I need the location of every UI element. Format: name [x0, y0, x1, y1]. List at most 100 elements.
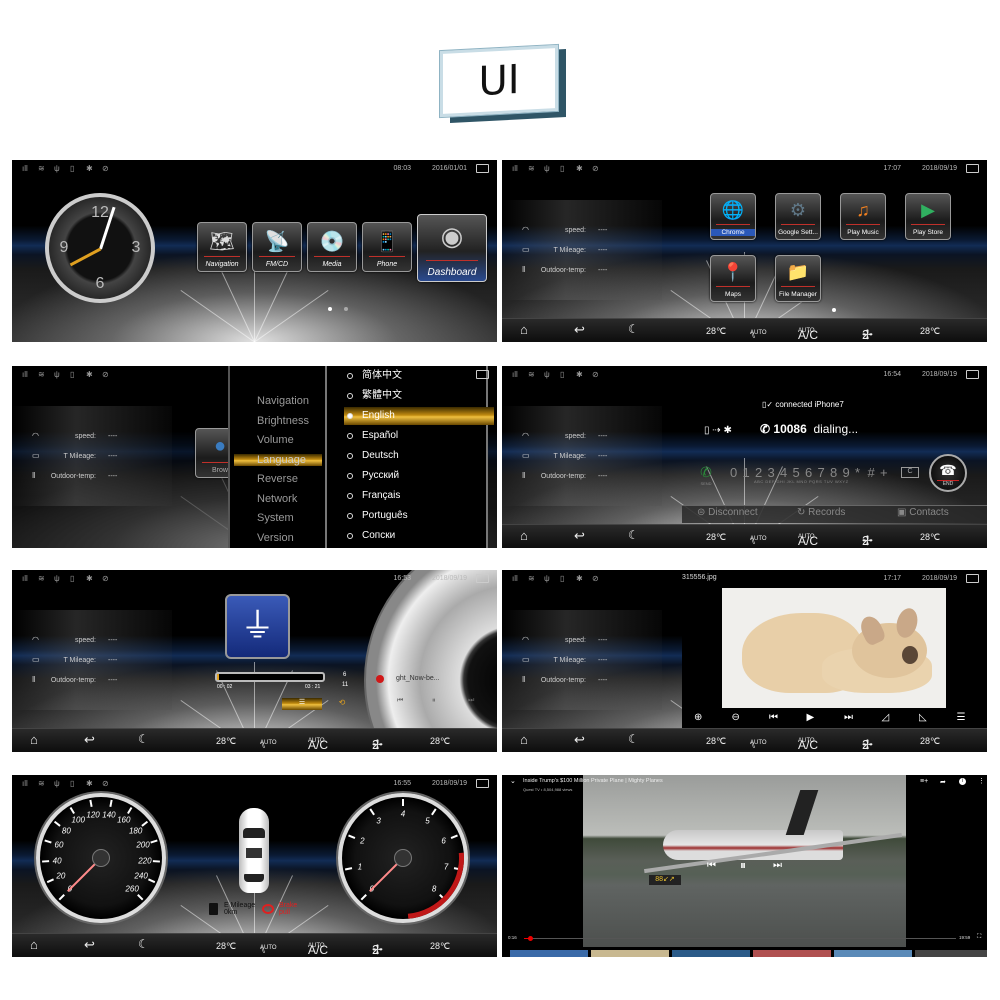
pause-button[interactable]: ⏸ — [740, 858, 746, 873]
dial-key[interactable]: 8 — [830, 465, 843, 480]
dial-key[interactable]: 5 — [793, 465, 806, 480]
settings-menu-system[interactable]: System — [257, 512, 294, 524]
recent-apps-button[interactable] — [966, 164, 979, 173]
app-tile-playmusic[interactable]: ♫ Play Music — [840, 193, 886, 240]
back-icon[interactable]: ↩ — [574, 528, 585, 544]
recent-apps-button[interactable] — [966, 370, 979, 379]
home-icon[interactable]: ⌂ — [520, 732, 528, 747]
language-option[interactable]: Русский — [344, 467, 494, 485]
dial-key[interactable]: 2 — [755, 465, 768, 480]
seek-handle[interactable] — [527, 936, 533, 941]
phone-tab-contacts[interactable]: ▣ Contacts — [897, 507, 949, 518]
app-tile-filemanager[interactable]: 📁 File Manager — [775, 255, 821, 302]
left-temperature[interactable]: 28℃ — [216, 736, 236, 747]
related-video-thumbnail[interactable] — [915, 950, 987, 957]
play-icon[interactable]: ▶ — [807, 712, 815, 723]
previous-icon[interactable]: ⏮ — [769, 712, 778, 723]
recent-apps-button[interactable] — [966, 574, 979, 583]
clear-button[interactable]: C — [901, 467, 919, 478]
right-temperature[interactable]: 28℃ — [920, 532, 940, 543]
language-option[interactable]: Deutsch — [344, 447, 494, 465]
page-indicator-active[interactable] — [328, 307, 332, 311]
left-temperature[interactable]: 28℃ — [706, 532, 726, 543]
settings-menu-brightness[interactable]: Brightness — [257, 415, 309, 427]
usb-source-tile[interactable]: ⏚ — [225, 594, 290, 659]
send-button[interactable]: ✆ SEND — [697, 464, 715, 486]
settings-menu-network[interactable]: Network — [257, 493, 297, 505]
rotate-left-icon[interactable]: ◿ — [882, 712, 890, 723]
settings-menu-language[interactable]: Language — [234, 453, 322, 466]
related-video-thumbnail[interactable] — [753, 950, 831, 957]
rotate-right-icon[interactable]: ◺ — [919, 712, 927, 723]
right-temperature[interactable]: 28℃ — [430, 736, 450, 747]
related-video-thumbnail[interactable] — [834, 950, 912, 957]
dial-key[interactable]: 9 — [843, 465, 856, 480]
dial-key[interactable]: 0 — [730, 465, 743, 480]
info-icon[interactable]: i — [959, 778, 966, 785]
recent-apps-button[interactable] — [476, 779, 489, 788]
app-tile-navigation[interactable]: 🗺 Navigation — [197, 222, 247, 272]
dial-key[interactable]: 7 — [818, 465, 831, 480]
seek-bar[interactable] — [524, 936, 956, 941]
language-option[interactable]: English — [344, 407, 494, 425]
settings-menu-volume[interactable]: Volume — [257, 434, 294, 446]
recent-apps-button[interactable] — [476, 574, 489, 583]
dial-key[interactable]: + — [880, 465, 893, 480]
next-icon[interactable]: ⏭ — [844, 712, 853, 723]
app-tile-media[interactable]: 💿 Media — [307, 222, 357, 272]
zoom-out-icon[interactable]: ⊖ — [732, 712, 740, 723]
recent-apps-button[interactable] — [476, 370, 489, 379]
back-icon[interactable]: ↩ — [84, 937, 95, 953]
home-icon[interactable]: ⌂ — [520, 528, 528, 543]
home-icon[interactable]: ⌂ — [30, 732, 38, 747]
end-call-button[interactable]: ☎ END — [929, 454, 967, 492]
skip-back-button[interactable]: ⏮ — [707, 860, 716, 871]
language-option[interactable]: Español — [344, 427, 494, 445]
language-option[interactable]: Сопски — [344, 527, 494, 545]
home-icon[interactable]: ⌂ — [30, 937, 38, 952]
night-mode-icon[interactable]: ☾ — [138, 732, 149, 746]
right-temperature[interactable]: 28℃ — [920, 326, 940, 337]
dial-key[interactable]: * — [855, 465, 868, 480]
previous-button[interactable]: ⏮ — [397, 697, 403, 705]
analog-clock[interactable]: 12 3 6 9 — [45, 193, 155, 303]
progress-bar[interactable] — [215, 672, 325, 682]
playlist-button[interactable]: ☰ — [282, 698, 322, 710]
night-mode-icon[interactable]: ☾ — [628, 322, 639, 336]
app-tile-maps[interactable]: 📍 Maps — [710, 255, 756, 302]
related-video-thumbnail[interactable] — [510, 950, 588, 957]
left-temperature[interactable]: 28℃ — [216, 941, 236, 952]
related-video-thumbnail[interactable] — [591, 950, 669, 957]
language-option[interactable]: Français — [344, 487, 494, 505]
night-mode-icon[interactable]: ☾ — [628, 732, 639, 746]
skip-forward-button[interactable]: ⏭ — [773, 860, 782, 871]
settings-menu-navigation[interactable]: Navigation — [257, 395, 309, 407]
night-mode-icon[interactable]: ☾ — [138, 937, 149, 951]
back-icon[interactable]: ↩ — [84, 732, 95, 748]
phone-tab-records[interactable]: ↻ Records — [797, 507, 845, 518]
video-frame[interactable]: 88↙↗ ⏮ ⏸ ⏭ — [583, 775, 906, 947]
settings-menu-reverse[interactable]: Reverse — [257, 473, 298, 485]
more-options-icon[interactable]: ⋮ — [978, 777, 985, 785]
app-tile-playstore[interactable]: ▶ Play Store — [905, 193, 951, 240]
dial-key[interactable]: 1 — [743, 465, 756, 480]
dial-key[interactable]: # — [868, 465, 881, 480]
left-temperature[interactable]: 28℃ — [706, 326, 726, 337]
phone-tab-disconnect[interactable]: ⊜ Disconnect — [697, 507, 758, 518]
right-temperature[interactable]: 28℃ — [920, 736, 940, 747]
dial-key[interactable]: 6 — [805, 465, 818, 480]
app-tile-phone[interactable]: 📱 Phone — [362, 222, 412, 272]
dial-key[interactable]: 4 — [780, 465, 793, 480]
related-video-thumbnail[interactable] — [672, 950, 750, 957]
left-temperature[interactable]: 28℃ — [706, 736, 726, 747]
app-tile-chrome[interactable]: 🌐 Chrome — [710, 193, 756, 240]
language-option[interactable]: Português — [344, 507, 494, 525]
home-icon[interactable]: ⌂ — [520, 322, 528, 337]
app-tile-dashboard[interactable]: ◉ Dashboard — [417, 214, 487, 282]
right-temperature[interactable]: 28℃ — [430, 941, 450, 952]
app-tile-fmcd[interactable]: 📡 FM/CD — [252, 222, 302, 272]
repeat-button[interactable]: ⟲ — [322, 698, 362, 710]
list-icon[interactable]: ☰ — [957, 712, 966, 723]
page-indicator[interactable] — [344, 307, 348, 311]
collapse-icon[interactable]: ⌄ — [510, 777, 516, 785]
